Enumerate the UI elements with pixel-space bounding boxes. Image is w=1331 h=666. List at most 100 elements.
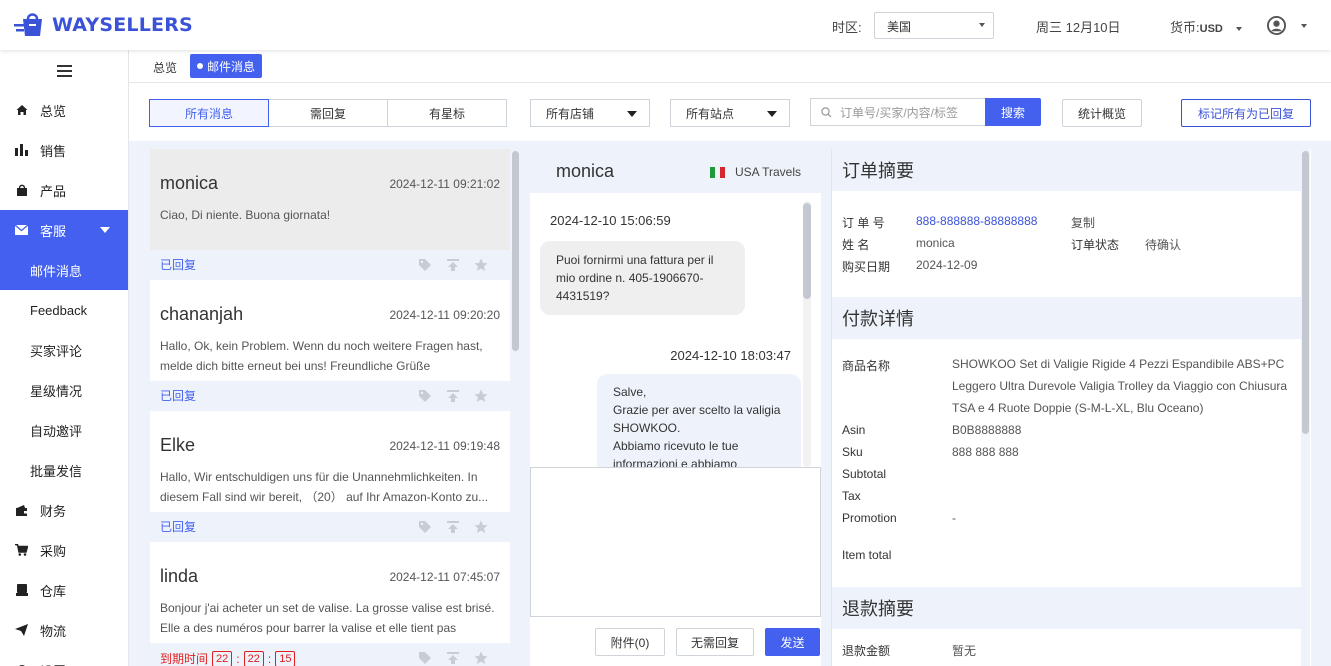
stats-overview-button[interactable]: 统计概览 xyxy=(1062,99,1142,127)
order-summary-title: 订单摘要 xyxy=(832,149,1302,191)
mark-all-replied-button[interactable]: 标记所有为已回复 xyxy=(1181,99,1311,127)
sidebar-subitem-mail-messages[interactable]: 邮件消息 xyxy=(0,250,128,290)
sidebar-item-sales[interactable]: 销售 xyxy=(0,130,128,170)
tag-icon[interactable] xyxy=(418,520,432,534)
pin-top-icon[interactable] xyxy=(446,389,460,403)
sidebar-item-warehouse[interactable]: 仓库 xyxy=(0,570,128,610)
star-icon[interactable] xyxy=(474,258,488,272)
sidebar-subitem-star-ratings[interactable]: 星级情况 xyxy=(0,370,128,410)
chevron-down-icon[interactable] xyxy=(1301,24,1307,28)
tab-mail-messages[interactable]: 邮件消息 xyxy=(190,54,263,78)
menu-toggle-icon[interactable] xyxy=(57,65,72,77)
sidebar-item-label: 总览 xyxy=(40,103,67,119)
sidebar: 总览 销售 产品 客服 邮件消息 Feedback 买家评论 星级情况 自动邀评… xyxy=(0,50,129,666)
search-button[interactable]: 搜索 xyxy=(985,98,1041,126)
no-reply-needed-button[interactable]: 无需回复 xyxy=(676,628,754,656)
timezone-value: 美国 xyxy=(887,20,912,34)
tag-icon[interactable] xyxy=(418,258,432,272)
tag-icon[interactable] xyxy=(418,389,432,403)
sidebar-item-label: 产品 xyxy=(40,183,67,199)
buyer-name: monica xyxy=(916,236,955,250)
star-icon[interactable] xyxy=(474,389,488,403)
main-content: monica 2024-12-11 09:21:02 Ciao, Di nien… xyxy=(129,141,1331,666)
sidebar-subitem-bulk-send[interactable]: 批量发信 xyxy=(0,450,128,490)
chat-scrollbar[interactable] xyxy=(803,201,811,467)
message-list-scrollbar[interactable] xyxy=(510,149,519,666)
filter-starred[interactable]: 有星标 xyxy=(387,99,507,127)
chat-header: monica USA Travels xyxy=(530,149,821,193)
chevron-down-icon xyxy=(979,23,985,27)
search-placeholder: 订单号/买家/内容/标签 xyxy=(840,105,959,120)
currency-select[interactable]: 货币:USD xyxy=(1170,17,1243,36)
pin-top-icon[interactable] xyxy=(446,258,460,272)
sidebar-item-settings[interactable]: 设置 xyxy=(0,650,128,666)
sidebar-item-finance[interactable]: 财务 xyxy=(0,490,128,530)
sidebar-item-label: 采购 xyxy=(40,543,67,559)
tab-overview[interactable]: 总览 xyxy=(153,59,177,76)
message-filter-group: 所有消息 需回复 有星标 xyxy=(149,99,507,127)
purchase-date-label: 购买日期 xyxy=(842,260,891,274)
scrollbar-thumb[interactable] xyxy=(1302,151,1309,434)
reply-textarea[interactable] xyxy=(530,467,821,617)
chat-panel: monica USA Travels 2024-12-10 15:06:59 P… xyxy=(530,149,821,666)
sidebar-item-products[interactable]: 产品 xyxy=(0,170,128,210)
list-item[interactable]: Elke 2024-12-11 09:19:48 Hallo, Wir ents… xyxy=(150,411,510,541)
status-badge: 已回复 xyxy=(160,258,197,272)
sidebar-item-purchasing[interactable]: 采购 xyxy=(0,530,128,570)
filter-all-messages[interactable]: 所有消息 xyxy=(149,99,269,127)
list-item[interactable]: linda 2024-12-11 07:45:07 Bonjour j'ai a… xyxy=(150,542,510,666)
list-item[interactable]: chananjah 2024-12-11 09:20:20 Hallo, Ok,… xyxy=(150,280,510,410)
message-list: monica 2024-12-11 09:21:02 Ciao, Di nien… xyxy=(150,149,510,666)
user-avatar-icon[interactable] xyxy=(1267,16,1286,35)
store-select[interactable]: 所有店铺 xyxy=(530,99,650,127)
sidebar-item-label: 物流 xyxy=(40,623,67,639)
sidebar-subitem-auto-invite[interactable]: 自动邀评 xyxy=(0,410,128,450)
pin-top-icon[interactable] xyxy=(446,520,460,534)
site-select[interactable]: 所有站点 xyxy=(670,99,790,127)
send-icon xyxy=(15,624,28,637)
brand-logo[interactable]: WAYSELLERS xyxy=(14,10,193,40)
filter-needs-reply[interactable]: 需回复 xyxy=(268,99,388,127)
timezone-select[interactable]: 美国 xyxy=(874,12,994,39)
sidebar-item-label: 仓库 xyxy=(40,583,67,599)
wallet-icon xyxy=(15,504,28,517)
detail-scrollbar[interactable] xyxy=(1301,149,1310,666)
countdown-hours: 22 xyxy=(212,650,233,666)
scrollbar-thumb[interactable] xyxy=(803,203,811,299)
sidebar-subitem-label: Feedback xyxy=(30,302,88,318)
list-item[interactable]: monica 2024-12-11 09:21:02 Ciao, Di nien… xyxy=(150,149,510,279)
sidebar-item-logistics[interactable]: 物流 xyxy=(0,610,128,650)
mail-icon xyxy=(15,224,28,237)
payment-details-title: 付款详情 xyxy=(832,297,1302,339)
order-status: 待确认 xyxy=(1145,238,1182,252)
item-total-label: Item total xyxy=(842,548,892,562)
pin-top-icon[interactable] xyxy=(446,651,460,665)
order-number-link[interactable]: 888-888888-88888888 xyxy=(916,214,1037,228)
chat-customer-name: monica xyxy=(556,161,615,181)
send-button[interactable]: 发送 xyxy=(765,628,820,656)
search-input[interactable]: 订单号/买家/内容/标签 xyxy=(810,98,986,126)
sidebar-subitem-feedback[interactable]: Feedback xyxy=(0,290,128,330)
breadcrumb: 总览 邮件消息 xyxy=(129,50,1331,83)
star-icon[interactable] xyxy=(474,651,488,665)
copy-button[interactable]: 复制 xyxy=(1071,214,1095,231)
sku-value: 888 888 888 xyxy=(952,445,1019,459)
sidebar-subitem-buyer-reviews[interactable]: 买家评论 xyxy=(0,330,128,370)
chevron-down-icon xyxy=(1236,26,1243,31)
star-icon[interactable] xyxy=(474,520,488,534)
attachment-button[interactable]: 附件(0) xyxy=(595,628,665,656)
sidebar-item-customer-service[interactable]: 客服 xyxy=(0,210,128,250)
site-select-value: 所有站点 xyxy=(686,106,735,121)
sidebar-subitem-label: 自动邀评 xyxy=(30,423,83,439)
scrollbar-thumb[interactable] xyxy=(512,151,519,351)
box-icon xyxy=(15,584,28,597)
timezone-label: 时区: xyxy=(832,20,862,35)
customer-name: chananjah xyxy=(160,304,244,324)
outgoing-message: Salve, Grazie per aver scelto la valigia… xyxy=(597,374,801,467)
tag-icon[interactable] xyxy=(418,651,432,665)
search-icon xyxy=(821,106,832,117)
order-detail-panel: 订单摘要 订 单 号 888-888888-88888888 复制 姓 名 mo… xyxy=(831,149,1311,666)
sidebar-item-overview[interactable]: 总览 xyxy=(0,90,128,130)
shopping-bag-logo-icon xyxy=(14,13,42,36)
product-name-label: 商品名称 xyxy=(842,359,891,373)
